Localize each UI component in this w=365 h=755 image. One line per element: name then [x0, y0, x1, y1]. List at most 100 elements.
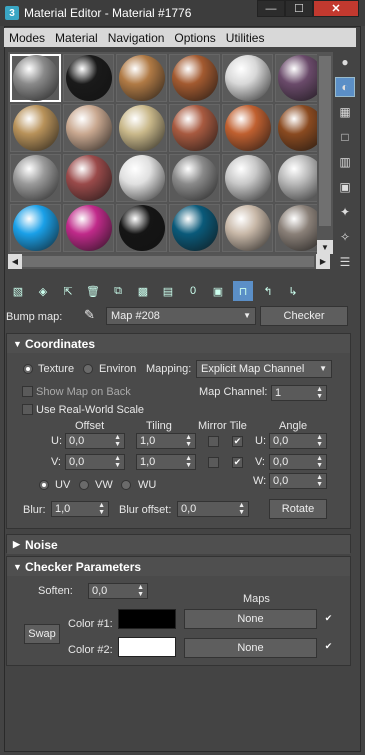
u-angle-spinner[interactable]: 0,0 ▲ ▼ — [269, 433, 327, 449]
map-type-button[interactable]: Checker — [260, 306, 348, 326]
material-map-navigator-icon[interactable]: ☰ — [335, 252, 355, 272]
background-icon[interactable]: ▦ — [335, 102, 355, 122]
sample-type-icon[interactable]: ● — [335, 52, 355, 72]
material-slot[interactable] — [169, 54, 220, 102]
blur-offset-spinner[interactable]: 0,0 ▲ ▼ — [177, 501, 249, 517]
eyedropper-icon[interactable]: ✎ — [84, 307, 95, 323]
checker-parameters-header[interactable]: ▼ Checker Parameters — [7, 557, 350, 576]
spinner-arrows-icon[interactable]: ▲ ▼ — [316, 434, 323, 448]
scroll-right-arrow-icon[interactable]: ▶ — [316, 254, 330, 269]
spinner-arrows-icon[interactable]: ▲ ▼ — [185, 434, 192, 448]
material-slot[interactable] — [63, 54, 114, 102]
material-slot[interactable] — [169, 154, 220, 202]
rotate-button[interactable]: Rotate — [269, 499, 327, 519]
color1-map-button[interactable]: None — [184, 609, 317, 629]
v-tiling-spinner[interactable]: 1,0 ▲ ▼ — [136, 454, 196, 470]
show-shaded-material-icon[interactable]: ▣ — [208, 281, 228, 301]
color2-swatch[interactable] — [118, 637, 176, 657]
minimize-button[interactable]: — — [257, 0, 285, 17]
backlight-icon[interactable]: ◐ — [335, 77, 355, 97]
menu-modes[interactable]: Modes — [4, 31, 50, 45]
delete-icon[interactable]: 🗑 — [83, 281, 103, 301]
show-map-on-back-checkbox[interactable] — [22, 386, 33, 397]
material-id-channel-icon[interactable]: 0 — [183, 281, 203, 301]
slots-horizontal-scrollbar[interactable]: ◀ ▶ — [8, 254, 330, 269]
spinner-arrows-icon[interactable]: ▲ ▼ — [238, 502, 245, 516]
environ-radio[interactable] — [83, 364, 93, 374]
wu-radio[interactable] — [121, 480, 131, 490]
uv-radio[interactable] — [39, 480, 49, 490]
material-slot[interactable] — [63, 154, 114, 202]
material-slot[interactable] — [222, 154, 273, 202]
go-forward-sibling-icon[interactable]: ↳ — [283, 281, 303, 301]
coordinates-header[interactable]: ▼ Coordinates — [7, 334, 350, 353]
material-slot[interactable] — [10, 204, 61, 252]
select-by-material-icon[interactable]: ✧ — [335, 227, 355, 247]
map-channel-spinner[interactable]: 1 ▲ ▼ — [271, 385, 327, 401]
spinner-arrows-icon[interactable]: ▲ ▼ — [185, 455, 192, 469]
material-slot[interactable] — [169, 204, 220, 252]
material-slot[interactable] — [222, 54, 273, 102]
menu-utilities[interactable]: Utilities — [221, 31, 270, 45]
mapping-dropdown[interactable]: Explicit Map Channel ▼ — [196, 360, 332, 378]
color1-map-checkbox[interactable]: ✔ — [323, 614, 334, 625]
get-material-icon[interactable]: ▧ — [8, 281, 28, 301]
maximize-button[interactable]: ☐ — [285, 0, 313, 17]
vw-radio[interactable] — [79, 480, 89, 490]
texture-radio[interactable] — [23, 364, 33, 374]
soften-spinner[interactable]: 0,0 ▲ ▼ — [88, 583, 148, 599]
v-offset-spinner[interactable]: 0,0 ▲ ▼ — [65, 454, 125, 470]
options-icon[interactable]: ✦ — [335, 202, 355, 222]
go-to-parent-icon[interactable]: ↰ — [258, 281, 278, 301]
menu-navigation[interactable]: Navigation — [103, 31, 170, 45]
show-end-result-icon[interactable]: ⊓ — [233, 281, 253, 301]
make-preview-icon[interactable]: ▣ — [335, 177, 355, 197]
make-copy-icon[interactable]: ⧉ — [108, 281, 128, 301]
material-slot[interactable] — [63, 204, 114, 252]
material-slot[interactable] — [169, 104, 220, 152]
make-unique-icon[interactable]: ▩ — [133, 281, 153, 301]
spinner-arrows-icon[interactable]: ▲ ▼ — [114, 434, 121, 448]
material-slot[interactable] — [222, 104, 273, 152]
material-slot[interactable] — [10, 54, 61, 102]
material-slot[interactable] — [63, 104, 114, 152]
u-tile-checkbox[interactable]: ✔ — [232, 436, 243, 447]
noise-header[interactable]: ▶ Noise — [7, 535, 350, 554]
spinner-arrows-icon[interactable]: ▲ ▼ — [316, 386, 323, 400]
spinner-arrows-icon[interactable]: ▲ ▼ — [137, 584, 144, 598]
spinner-arrows-icon[interactable]: ▲ ▼ — [114, 455, 121, 469]
u-offset-spinner[interactable]: 0,0 ▲ ▼ — [65, 433, 125, 449]
material-slot[interactable] — [116, 104, 167, 152]
u-mirror-checkbox[interactable] — [208, 436, 219, 447]
material-slot[interactable] — [10, 104, 61, 152]
close-button[interactable]: ✕ — [313, 0, 359, 17]
material-slot[interactable] — [116, 154, 167, 202]
u-tiling-spinner[interactable]: 1,0 ▲ ▼ — [136, 433, 196, 449]
put-material-icon[interactable]: ◈ — [33, 281, 53, 301]
material-slot[interactable] — [10, 154, 61, 202]
blur-spinner[interactable]: 1,0 ▲ ▼ — [51, 501, 109, 517]
color2-map-button[interactable]: None — [184, 638, 317, 658]
menu-material[interactable]: Material — [50, 31, 103, 45]
v-angle-spinner[interactable]: 0,0 ▲ ▼ — [269, 454, 327, 470]
material-slot[interactable] — [222, 204, 273, 252]
video-color-check-icon[interactable]: ▥ — [335, 152, 355, 172]
real-world-scale-checkbox[interactable] — [22, 404, 33, 415]
scroll-down-arrow-icon[interactable]: ▼ — [317, 240, 333, 254]
scroll-left-arrow-icon[interactable]: ◀ — [8, 254, 22, 269]
spinner-arrows-icon[interactable]: ▲ ▼ — [98, 502, 105, 516]
spinner-arrows-icon[interactable]: ▲ ▼ — [316, 474, 323, 488]
w-angle-spinner[interactable]: 0,0 ▲ ▼ — [269, 473, 327, 489]
assign-material-icon[interactable]: ⇱ — [58, 281, 78, 301]
menu-options[interactable]: Options — [169, 31, 220, 45]
material-slot[interactable] — [116, 54, 167, 102]
v-mirror-checkbox[interactable] — [208, 457, 219, 468]
color2-map-checkbox[interactable]: ✔ — [323, 642, 334, 653]
map-name-field[interactable]: Map #208 ▼ — [106, 307, 256, 325]
sample-uv-tiling-icon[interactable]: □ — [335, 127, 355, 147]
save-to-library-icon[interactable]: ▤ — [158, 281, 178, 301]
scroll-thumb[interactable] — [22, 256, 314, 267]
spinner-arrows-icon[interactable]: ▲ ▼ — [316, 455, 323, 469]
swap-button[interactable]: Swap — [24, 624, 60, 644]
material-slot[interactable] — [116, 204, 167, 252]
